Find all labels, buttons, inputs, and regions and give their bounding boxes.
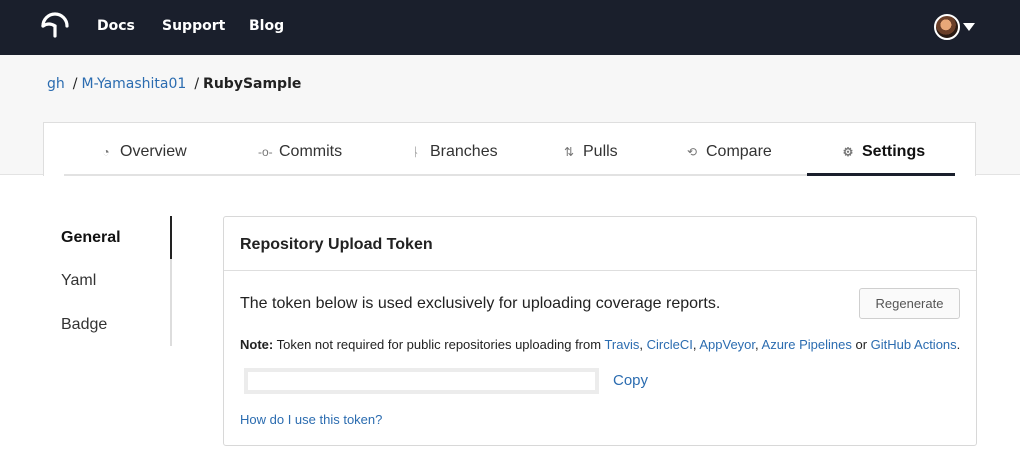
gear-icon: ⚙ bbox=[842, 145, 854, 159]
tab-compare[interactable]: ⟲ Compare bbox=[685, 143, 772, 176]
tab-label: Overview bbox=[120, 143, 187, 160]
tab-pulls[interactable]: ⇅ Pulls bbox=[562, 143, 618, 176]
sidebar-item-badge[interactable]: Badge bbox=[61, 316, 107, 334]
tab-settings[interactable]: ⚙ Settings bbox=[841, 143, 926, 176]
active-tab-indicator bbox=[807, 173, 955, 176]
token-field[interactable] bbox=[244, 368, 599, 394]
caret-down-icon[interactable] bbox=[963, 23, 975, 31]
breadcrumb: gh / M-Yamashita01/RubySample bbox=[47, 76, 301, 92]
tab-label: Compare bbox=[706, 143, 772, 160]
travis-link[interactable]: Travis bbox=[604, 337, 639, 352]
card-header: Repository Upload Token bbox=[224, 217, 976, 271]
regenerate-button[interactable]: Regenerate bbox=[859, 288, 960, 319]
tab-label: Branches bbox=[430, 143, 498, 160]
compare-icon: ⟲ bbox=[686, 145, 698, 159]
breadcrumb-repo: RubySample bbox=[203, 76, 302, 92]
tab-label: Pulls bbox=[583, 143, 618, 160]
nav-blog-link[interactable]: Blog bbox=[249, 18, 284, 34]
note-label: Note: bbox=[240, 337, 274, 352]
note-or: or bbox=[855, 337, 868, 352]
tab-label: Settings bbox=[862, 143, 926, 160]
breadcrumb-provider[interactable]: gh bbox=[47, 76, 65, 92]
tab-label: Commits bbox=[279, 143, 343, 160]
copy-button[interactable]: Copy bbox=[613, 372, 648, 389]
codecov-logo-icon[interactable] bbox=[40, 12, 70, 40]
appveyor-link[interactable]: AppVeyor bbox=[699, 337, 755, 352]
github-actions-link[interactable]: GitHub Actions bbox=[871, 337, 957, 352]
pull-request-icon: ⇅ bbox=[563, 145, 575, 159]
overview-icon: ◔ bbox=[102, 145, 110, 159]
user-avatar[interactable] bbox=[934, 14, 960, 40]
sidebar-item-yaml[interactable]: Yaml bbox=[61, 272, 96, 290]
tab-branches[interactable]: ᚿ Branches bbox=[409, 143, 498, 176]
nav-docs-link[interactable]: Docs bbox=[97, 18, 135, 34]
top-navbar: Docs Support Blog bbox=[0, 0, 1020, 55]
token-help-link[interactable]: How do I use this token? bbox=[240, 412, 382, 427]
breadcrumb-separator: / bbox=[72, 76, 78, 92]
nav-support-link[interactable]: Support bbox=[162, 18, 225, 34]
note-text: Token not required for public repositori… bbox=[276, 337, 602, 352]
upload-token-card: Repository Upload Token The token below … bbox=[223, 216, 977, 446]
tab-overview[interactable]: ◔ Overview bbox=[99, 143, 187, 176]
sidebar-item-general[interactable]: General bbox=[61, 229, 121, 247]
token-description: The token below is used exclusively for … bbox=[240, 295, 721, 312]
token-note: Note: Token not required for public repo… bbox=[240, 337, 961, 352]
breadcrumb-owner[interactable]: M-Yamashita01 bbox=[81, 76, 186, 92]
commit-icon: -o- bbox=[258, 145, 273, 159]
tab-commits[interactable]: -o- Commits bbox=[258, 143, 342, 176]
circleci-link[interactable]: CircleCI bbox=[647, 337, 693, 352]
card-title: Repository Upload Token bbox=[240, 236, 433, 253]
azure-pipelines-link[interactable]: Azure Pipelines bbox=[762, 337, 852, 352]
breadcrumb-separator: / bbox=[194, 76, 200, 92]
sidebar-active-indicator bbox=[170, 216, 172, 259]
branch-icon: ᚿ bbox=[412, 145, 420, 159]
